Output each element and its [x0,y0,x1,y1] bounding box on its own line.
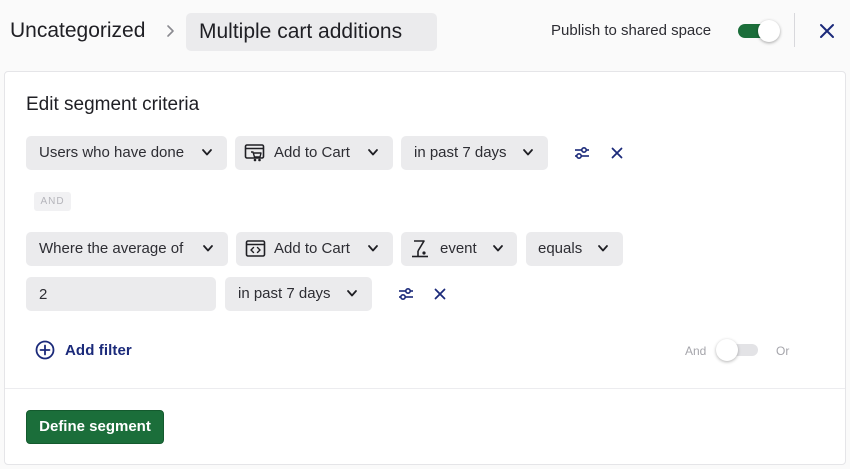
and-or-toggle[interactable] [714,339,762,361]
chevron-down-icon [347,290,357,297]
operator-dropdown[interactable]: equals [526,232,623,266]
scope-dropdown-1-label: Users who have done [39,144,185,161]
filter-settings-icon[interactable] [397,285,415,303]
segment-title-field[interactable]: Multiple cart additions [186,13,437,51]
operator-dropdown-label: equals [538,240,583,257]
header: Uncategorized Multiple cart additions Pu… [0,0,850,64]
chevron-down-icon [202,149,212,156]
scope-dropdown-1[interactable]: Users who have done [26,136,227,170]
timeframe-dropdown-1-label: in past 7 days [414,144,507,161]
event-dropdown-2-label: Add to Cart [274,240,350,257]
define-segment-button[interactable]: Define segment [26,410,164,444]
timeframe-dropdown-2[interactable]: in past 7 days [225,277,372,311]
header-divider [794,13,795,47]
close-icon[interactable] [818,22,836,40]
plus-circle-icon [35,340,55,360]
and-joiner-badge: AND [34,192,71,211]
footer-divider [5,388,845,389]
remove-condition-icon[interactable] [431,285,449,303]
chevron-down-icon [598,245,608,252]
value-input[interactable] [26,277,216,311]
code-screen-icon [245,240,266,257]
event-dropdown-2[interactable]: Add to Cart [236,232,393,266]
property-pin-icon [412,240,428,258]
publish-label: Publish to shared space [551,22,712,39]
chevron-down-icon [368,149,378,156]
filter-settings-icon[interactable] [573,144,591,162]
chevron-right-icon [167,25,174,37]
chevron-down-icon [203,245,213,252]
property-dropdown-label: event [440,240,477,257]
segment-criteria-card: Edit segment criteria Users who have don… [4,71,846,465]
event-dropdown-1-label: Add to Cart [274,144,350,161]
chevron-down-icon [493,245,503,252]
remove-condition-icon[interactable] [608,144,626,162]
event-dropdown-1[interactable]: Add to Cart [235,136,393,170]
add-filter-label: Add filter [65,342,132,359]
timeframe-dropdown-1[interactable]: in past 7 days [401,136,548,170]
publish-toggle-knob [758,20,780,42]
scope-dropdown-2[interactable]: Where the average of [26,232,228,266]
scope-dropdown-2-label: Where the average of [39,240,184,257]
card-title: Edit segment criteria [26,94,200,115]
and-label: And [685,344,707,358]
property-dropdown[interactable]: event [401,232,517,266]
or-label: Or [776,344,790,358]
breadcrumb-root[interactable]: Uncategorized [10,19,145,43]
cart-screen-icon [244,144,265,162]
publish-toggle[interactable] [737,20,782,42]
timeframe-dropdown-2-label: in past 7 days [238,285,331,302]
chevron-down-icon [368,245,378,252]
and-or-toggle-knob [716,339,738,361]
chevron-down-icon [523,149,533,156]
